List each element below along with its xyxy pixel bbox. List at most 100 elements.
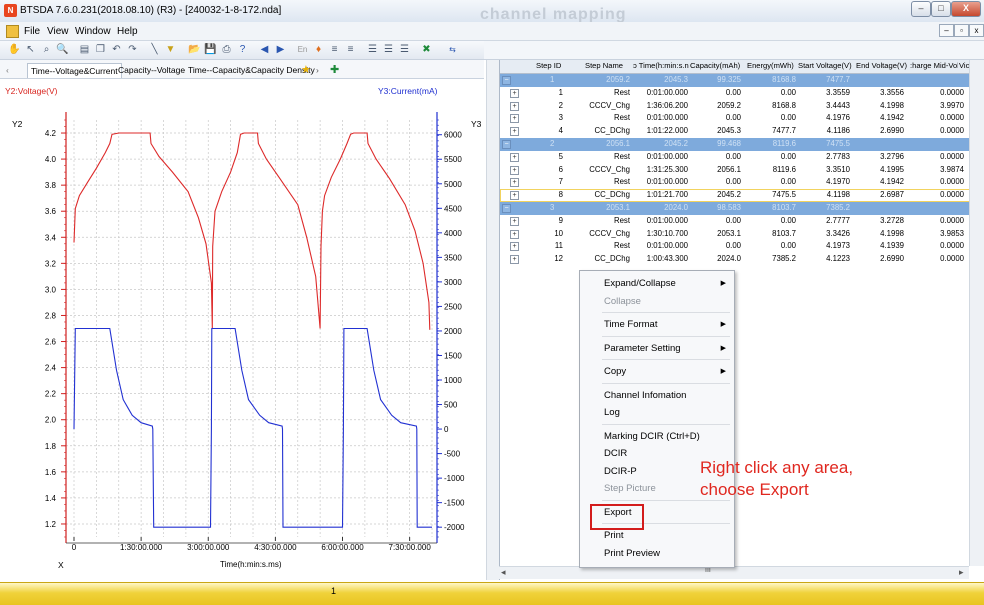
- filter-icon[interactable]: ▼: [164, 43, 177, 56]
- help-icon[interactable]: ?: [236, 43, 249, 56]
- column-header[interactable]: Capacity(mAh): [690, 61, 744, 70]
- table-row[interactable]: +11 Rest 0:01:00.000 0.00 0.00 4.1973 4.1939 0.…: [500, 240, 970, 253]
- document-icon[interactable]: [6, 25, 19, 38]
- scroll-left-icon[interactable]: ◂: [501, 567, 506, 578]
- column-header[interactable]: Step ID: [536, 61, 568, 70]
- expand-icon[interactable]: +: [510, 114, 519, 124]
- menu-item-print-preview[interactable]: Print Preview: [580, 545, 734, 562]
- expand-icon[interactable]: +: [510, 101, 519, 111]
- column-header[interactable]: Step Name: [585, 61, 630, 70]
- table-row[interactable]: +12 CC_DChg 1:00:43.300 2024.0 7385.2 4.1223 2…: [500, 253, 970, 266]
- voltage-current-chart[interactable]: 4.2 4.0 3.8 3.6 3.4 3.2 3.0 2.8 2.6 2.4 2.2 2.0 1.8 1…: [0, 79, 484, 580]
- menu-file[interactable]: File: [24, 26, 40, 37]
- add-tab-icon[interactable]: ✚: [327, 63, 342, 77]
- chart-canvas[interactable]: 4.2 4.0 3.8 3.6 3.4 3.2 3.0 2.8 2.6 2.4 2.2 2.0 1.8 1…: [0, 79, 484, 580]
- table-row[interactable]: +9 Rest 0:01:00.000 0.00 0.00 2.7777 3.2728 0.0…: [500, 215, 970, 228]
- table-row[interactable]: +8 CC_DChg 1:01:21.700 2045.2 7475.5 4.1198 2.…: [500, 189, 970, 203]
- table-row[interactable]: +1 Rest 0:01:00.000 0.00 0.00 3.3559 3.3556 0.0…: [500, 87, 970, 100]
- scrollbar-thumb-grip[interactable]: III: [705, 567, 711, 574]
- grid-vertical-scrollbar[interactable]: [969, 60, 984, 566]
- menu-window[interactable]: Window: [75, 26, 111, 37]
- close-window-button[interactable]: X: [951, 1, 981, 17]
- table-row[interactable]: +5 Rest 0:01:00.000 0.00 0.00 2.7783 3.2796 0.0…: [500, 151, 970, 164]
- tab-capacity-voltage[interactable]: Capacity--Voltage: [115, 63, 188, 77]
- pin-icon[interactable]: ♦: [312, 43, 325, 56]
- expand-icon[interactable]: +: [510, 88, 519, 98]
- expand-icon[interactable]: +: [510, 165, 519, 175]
- next-icon[interactable]: ▶: [274, 43, 287, 56]
- expand-icon[interactable]: +: [510, 242, 519, 252]
- tab-scroll-right-icon[interactable]: ›: [313, 63, 322, 77]
- chart-vertical-scrollbar[interactable]: [486, 60, 499, 580]
- table-cell: 4.1942: [880, 113, 904, 123]
- menu-item-parameter-setting[interactable]: Parameter Setting ▶: [580, 340, 734, 357]
- table-cell: 1: [558, 87, 563, 97]
- scroll-right-icon[interactable]: ▸: [959, 567, 964, 578]
- tab-scroll-left-icon[interactable]: ‹: [3, 63, 12, 77]
- en-icon[interactable]: En: [296, 43, 309, 56]
- column-header[interactable]: Energy(mWh): [747, 61, 797, 70]
- collapse-icon[interactable]: −: [502, 76, 511, 85]
- expand-icon[interactable]: +: [510, 229, 519, 239]
- expand-icon[interactable]: +: [510, 255, 519, 265]
- table-cell: 0.00: [725, 113, 741, 123]
- mdi-minimize-button[interactable]: –: [939, 24, 954, 37]
- redo-icon[interactable]: ↷: [126, 43, 139, 56]
- menu-item-channel-infomation[interactable]: Channel Infomation: [580, 387, 734, 404]
- cycle-group-row[interactable]: − 1 2059.2 2045.3 99.325 8168.8 7477.7: [500, 74, 970, 87]
- copy-icon[interactable]: ❐: [94, 43, 107, 56]
- menu-item-expand-collapse[interactable]: Expand/Collapse ▶: [580, 275, 734, 292]
- table-row[interactable]: +6 CCCV_Chg 1:31:25.300 2056.1 8119.6 3.3510 4…: [500, 164, 970, 177]
- save-icon[interactable]: 💾: [204, 43, 217, 56]
- minimize-button[interactable]: –: [911, 1, 931, 17]
- tab-time-voltage-current[interactable]: Time--Voltage&Current: [27, 63, 122, 78]
- pointer-icon[interactable]: ↖: [24, 43, 37, 56]
- table-row[interactable]: +10 CCCV_Chg 1:30:10.700 2053.1 8103.7 3.3426…: [500, 228, 970, 241]
- table-row[interactable]: +2 CCCV_Chg 1:36:06.200 2059.2 8168.8 3.4443 4…: [500, 100, 970, 113]
- grid2-icon[interactable]: ≡: [344, 43, 357, 56]
- column-header[interactable]: Start Voltage(V): [798, 61, 854, 70]
- cycle-group-row[interactable]: − 2 2056.1 2045.2 99.468 8119.6 7475.5: [500, 138, 970, 151]
- open-icon[interactable]: 📂: [188, 43, 201, 56]
- expand-icon[interactable]: +: [510, 178, 519, 188]
- line-icon[interactable]: ╲: [148, 43, 161, 56]
- table-cell: 1:00:43.300: [646, 254, 688, 264]
- hand-icon[interactable]: ✋: [8, 43, 21, 56]
- y3-tick-label: -500: [444, 450, 461, 459]
- star-icon[interactable]: ★: [298, 63, 314, 77]
- zoom-region-icon[interactable]: ⌕: [40, 43, 53, 56]
- print-icon[interactable]: ⎙: [220, 43, 233, 56]
- excel-icon[interactable]: ✖: [420, 43, 433, 56]
- export-icon[interactable]: ⇆: [446, 43, 459, 56]
- maximize-button[interactable]: □: [931, 1, 951, 17]
- column-header[interactable]: :harge Mid-Vol(: [910, 61, 958, 70]
- table-row[interactable]: +4 CC_DChg 1:01:22.000 2045.3 7477.7 4.1186 2.…: [500, 125, 970, 138]
- prev-icon[interactable]: ◀: [258, 43, 271, 56]
- column-header[interactable]: ɔ Time(h:min:s.n: [633, 61, 689, 70]
- menu-item-time-format[interactable]: Time Format ▶: [580, 316, 734, 333]
- menu-help[interactable]: Help: [117, 26, 138, 37]
- collapse-icon[interactable]: −: [502, 140, 511, 149]
- cycle-group-row[interactable]: − 3 2053.1 2024.0 98.583 8103.7 7385.2: [500, 202, 970, 215]
- table-icon[interactable]: ▤: [78, 43, 91, 56]
- mdi-restore-button[interactable]: ▫: [954, 24, 969, 37]
- list2-icon[interactable]: ☰: [382, 43, 395, 56]
- grid-icon[interactable]: ≡: [328, 43, 341, 56]
- expand-icon[interactable]: +: [510, 127, 519, 137]
- expand-icon[interactable]: +: [510, 191, 519, 201]
- menu-item-copy[interactable]: Copy ▶: [580, 363, 734, 380]
- menu-item-marking-dcir-ctrl-d[interactable]: Marking DCIR (Ctrl+D): [580, 428, 734, 445]
- expand-icon[interactable]: +: [510, 152, 519, 162]
- menu-item-log[interactable]: Log: [580, 404, 734, 421]
- menu-view[interactable]: View: [47, 26, 69, 37]
- table-row[interactable]: +7 Rest 0:01:00.000 0.00 0.00 4.1970 4.1942 0.0…: [500, 176, 970, 189]
- mdi-close-button[interactable]: x: [969, 24, 984, 37]
- expand-icon[interactable]: +: [510, 216, 519, 226]
- list-icon[interactable]: ☰: [366, 43, 379, 56]
- undo-icon[interactable]: ↶: [110, 43, 123, 56]
- zoom-icon[interactable]: 🔍: [56, 43, 69, 56]
- column-header[interactable]: End Voltage(V): [856, 61, 908, 70]
- list3-icon[interactable]: ☰: [398, 43, 411, 56]
- collapse-icon[interactable]: −: [502, 204, 511, 213]
- table-row[interactable]: +3 Rest 0:01:00.000 0.00 0.00 4.1976 4.1942 0.0…: [500, 112, 970, 125]
